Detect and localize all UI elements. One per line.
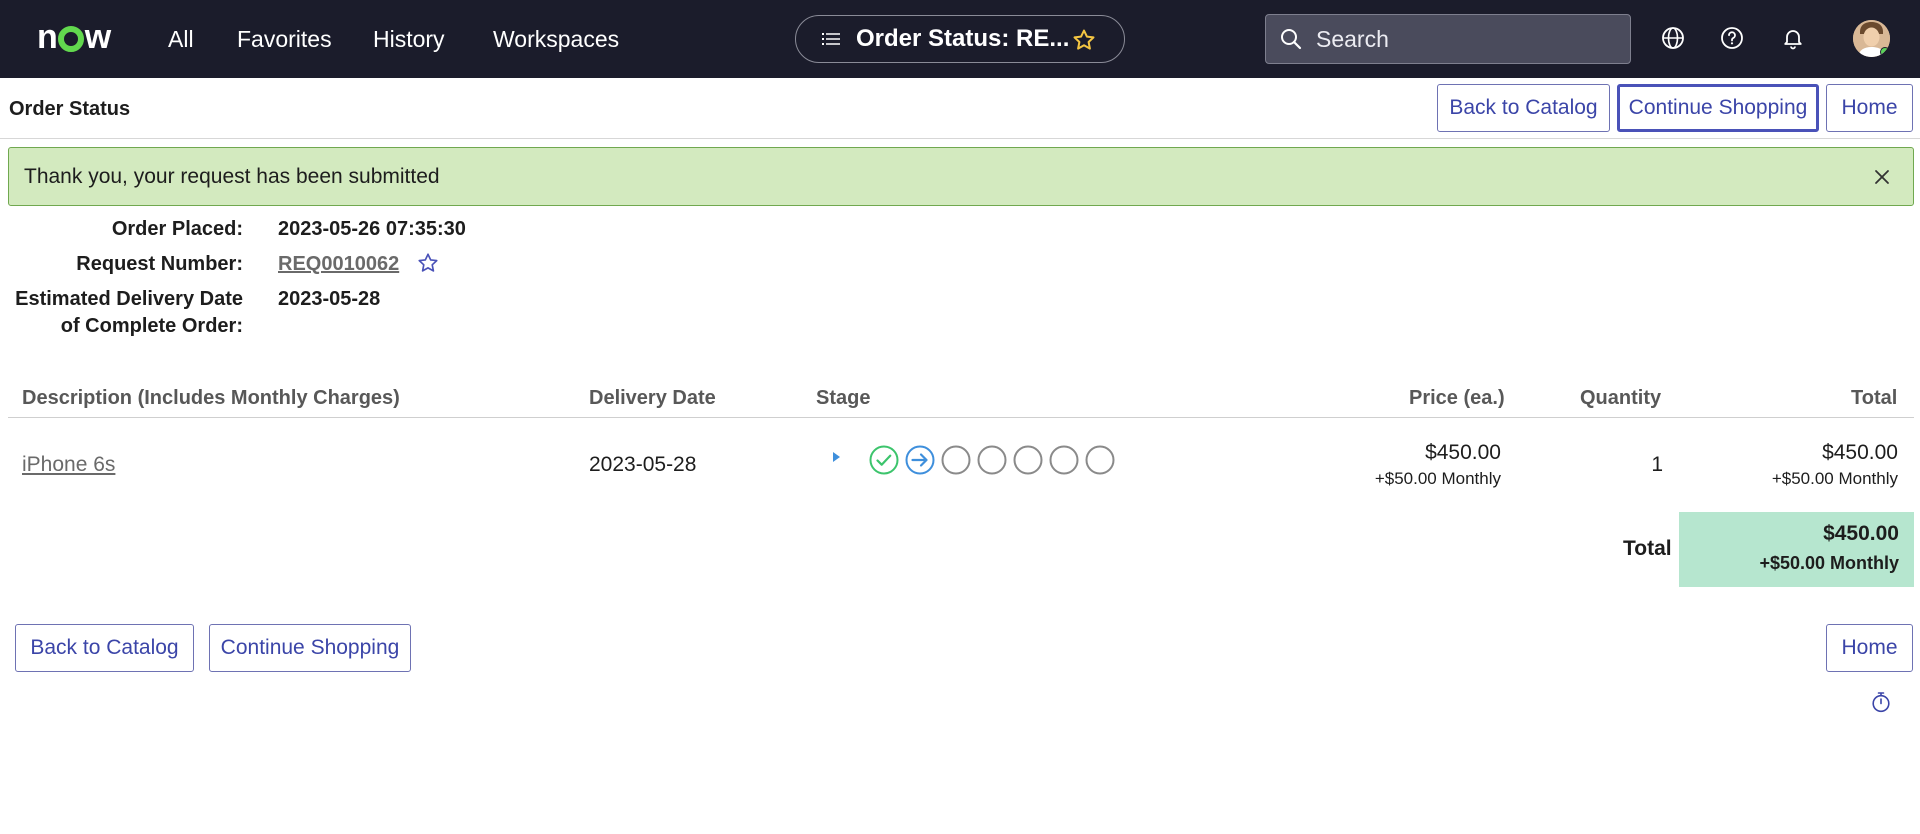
servicenow-logo[interactable]: nw	[37, 18, 111, 56]
item-total: $450.00	[1822, 441, 1898, 464]
item-price-monthly: +$50.00 Monthly	[1374, 469, 1501, 488]
nav-all[interactable]: All	[168, 24, 194, 54]
order-placed-value: 2023-05-26 07:35:30	[278, 218, 466, 240]
globe-icon[interactable]	[1661, 26, 1685, 50]
stopwatch-icon[interactable]	[1871, 691, 1891, 713]
logo-letter-n: n	[37, 18, 58, 56]
grand-total-value: $450.00	[1823, 522, 1899, 545]
logo-letter-w: w	[84, 18, 111, 56]
empty-circle-icon	[941, 445, 971, 475]
continue-shopping-button-top[interactable]: Continue Shopping	[1617, 84, 1819, 132]
page-context-pill[interactable]: Order Status: RE...	[795, 15, 1125, 63]
top-navigation-bar: nw All Favorites History Workspaces Orde…	[0, 0, 1920, 78]
delivery-date-label-line1: Estimated Delivery Date	[15, 288, 243, 310]
success-alert: Thank you, your request has been submitt…	[8, 147, 1914, 206]
header-price: Price (ea.)	[1409, 387, 1505, 409]
back-to-catalog-button-bottom[interactable]: Back to Catalog	[15, 624, 194, 672]
nav-history[interactable]: History	[373, 24, 445, 54]
close-icon[interactable]	[1873, 168, 1891, 186]
online-status-dot	[1880, 47, 1890, 57]
continue-shopping-button-bottom[interactable]: Continue Shopping	[209, 624, 411, 672]
header-delivery-date: Delivery Date	[589, 387, 716, 409]
item-total-monthly: +$50.00 Monthly	[1771, 469, 1898, 488]
search-placeholder: Search	[1316, 25, 1389, 52]
home-button-bottom[interactable]: Home	[1826, 624, 1913, 672]
header-stage: Stage	[816, 387, 871, 409]
logo-letter-o	[57, 26, 84, 52]
nav-favorites[interactable]: Favorites	[237, 24, 332, 54]
item-price: $450.00	[1425, 441, 1501, 464]
request-number-label: Request Number:	[76, 253, 243, 275]
search-icon	[1281, 29, 1302, 50]
item-description-link[interactable]: iPhone 6s	[22, 453, 115, 477]
header-quantity: Quantity	[1580, 387, 1662, 409]
list-icon	[822, 33, 840, 45]
empty-circle-icon	[1049, 445, 1079, 475]
back-to-catalog-button-top[interactable]: Back to Catalog	[1437, 84, 1610, 132]
page-context-title: Order Status: RE...	[856, 25, 1070, 52]
nav-workspaces[interactable]: Workspaces	[493, 24, 619, 54]
delivery-date-label-line2: of Complete Order:	[60, 315, 243, 337]
header-description: Description (Includes Monthly Charges)	[22, 387, 400, 409]
empty-circle-icon	[1085, 445, 1115, 475]
delivery-date-value: 2023-05-28	[278, 288, 381, 310]
grand-total-monthly: +$50.00 Monthly	[1759, 553, 1899, 573]
help-icon[interactable]	[1720, 26, 1744, 50]
star-icon[interactable]	[1072, 28, 1096, 52]
star-icon[interactable]	[417, 252, 439, 274]
table-header-divider	[8, 417, 1914, 418]
alert-message: Thank you, your request has been submitt…	[24, 165, 440, 188]
empty-circle-icon	[977, 445, 1007, 475]
header-divider	[0, 138, 1920, 139]
item-quantity: 1	[1651, 453, 1663, 476]
arrow-circle-icon	[905, 445, 935, 475]
grand-total-label: Total	[1623, 537, 1672, 560]
global-search-input[interactable]: Search	[1265, 14, 1631, 64]
check-circle-icon	[869, 445, 899, 475]
grand-total-box: $450.00 +$50.00 Monthly	[1679, 512, 1914, 587]
page-title: Order Status	[9, 98, 131, 120]
order-placed-label: Order Placed:	[111, 218, 243, 240]
bell-icon[interactable]	[1781, 26, 1805, 50]
play-icon[interactable]	[830, 449, 844, 465]
user-avatar[interactable]	[1853, 20, 1890, 57]
home-button-top[interactable]: Home	[1826, 84, 1913, 132]
item-delivery-date: 2023-05-28	[589, 453, 697, 476]
request-number-link[interactable]: REQ0010062	[278, 253, 399, 276]
empty-circle-icon	[1013, 445, 1043, 475]
header-total: Total	[1851, 387, 1898, 409]
